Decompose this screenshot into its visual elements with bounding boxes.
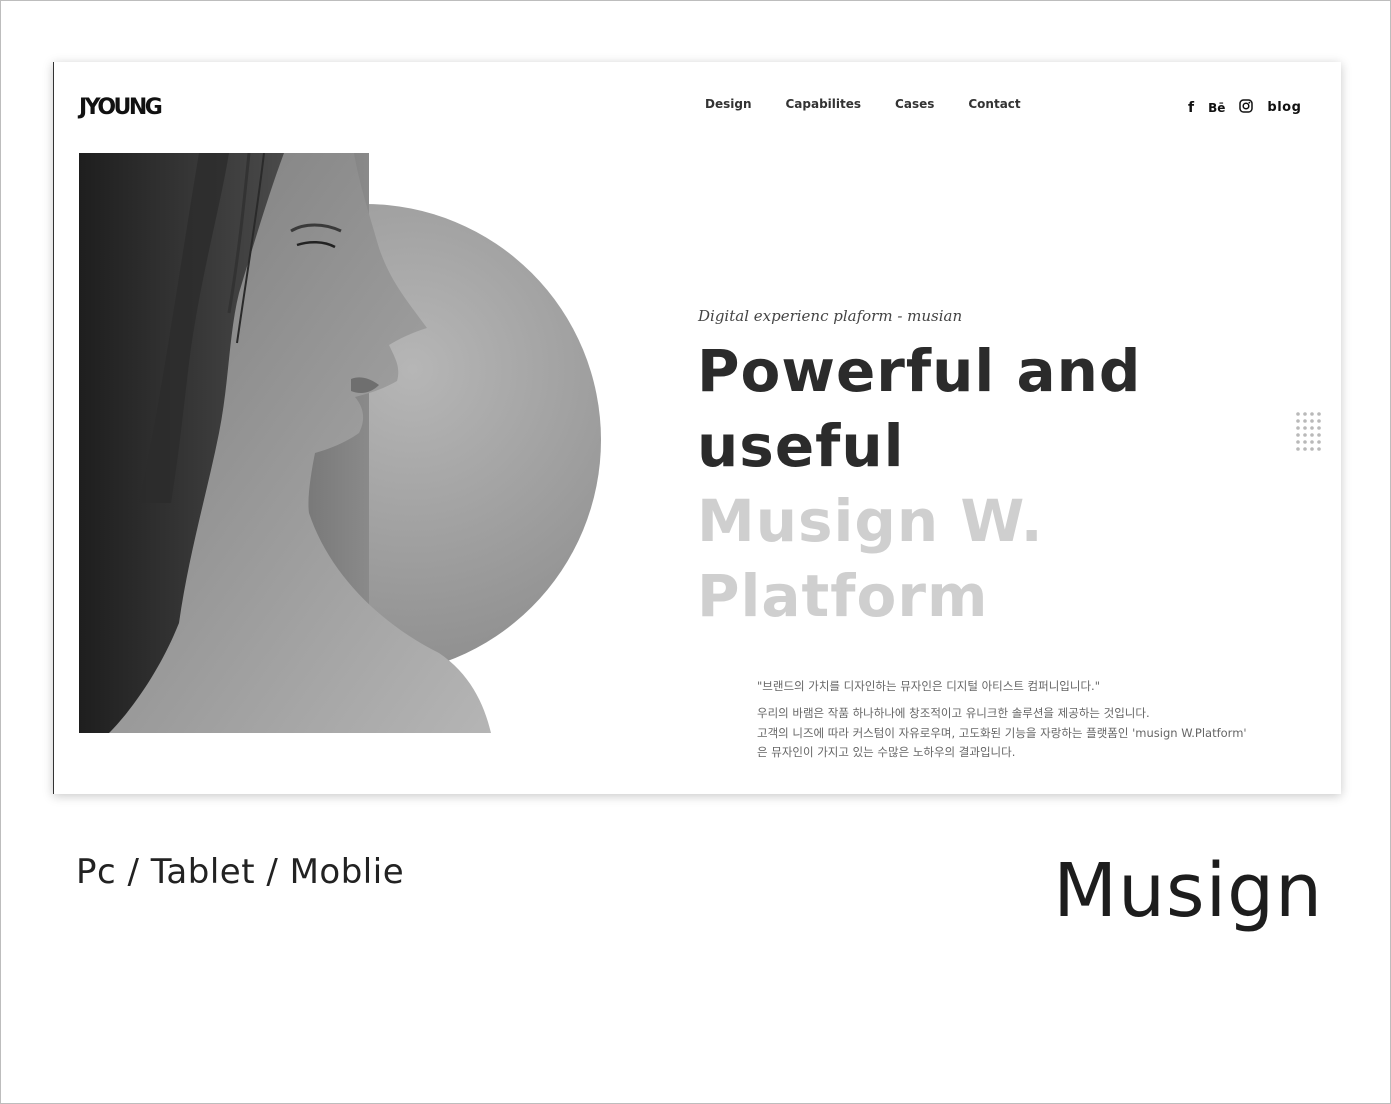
platforms-caption: Pc / Tablet / Moblie (76, 852, 405, 892)
instagram-icon[interactable] (1239, 98, 1254, 117)
headline-line: Platform (697, 562, 989, 630)
project-title: Musign (1053, 848, 1323, 934)
website-preview: JYOUNG Design Capabilites Cases Contact … (53, 62, 1341, 794)
headline-line: Powerful and (697, 337, 1142, 405)
headline-line: useful (697, 412, 905, 480)
description-line: 고객의 니즈에 따라 커스텀이 자유로우며, 고도화된 기능을 자랑하는 플랫폼… (757, 725, 1247, 740)
headline-line: Musign W. (697, 487, 1044, 555)
hero-tagline: Digital experienc plaform - musian (698, 307, 963, 325)
hero-portrait-image (79, 153, 601, 733)
behance-icon[interactable]: Bē (1208, 101, 1225, 115)
main-nav: Design Capabilites Cases Contact (705, 97, 1021, 111)
social-links: f Bē blog (1188, 98, 1301, 117)
nav-design[interactable]: Design (705, 97, 752, 111)
blog-link[interactable]: blog (1267, 100, 1301, 115)
nav-contact[interactable]: Contact (968, 97, 1020, 111)
brand-description: "브랜드의 가치를 디자인하는 뮤자인은 디지털 아티스트 컴퍼니입니다." 우… (757, 678, 1317, 763)
description-line: 우리의 바램은 작품 하나하나에 창조적이고 유니크한 솔루션을 제공하는 것입… (757, 706, 1150, 720)
brand-quote: "브랜드의 가치를 디자인하는 뮤자인은 디지털 아티스트 컴퍼니입니다." (757, 679, 1100, 693)
nav-cases[interactable]: Cases (895, 97, 934, 111)
nav-capabilities[interactable]: Capabilites (786, 97, 862, 111)
facebook-icon[interactable]: f (1188, 100, 1194, 116)
site-logo[interactable]: JYOUNG (79, 95, 163, 120)
hero-headline: Powerful and useful Musign W. Platform (697, 334, 1141, 634)
description-line: 은 뮤자인이 가지고 있는 수많은 노하우의 결과입니다. (757, 745, 1016, 759)
dot-grid-icon (1295, 411, 1325, 460)
